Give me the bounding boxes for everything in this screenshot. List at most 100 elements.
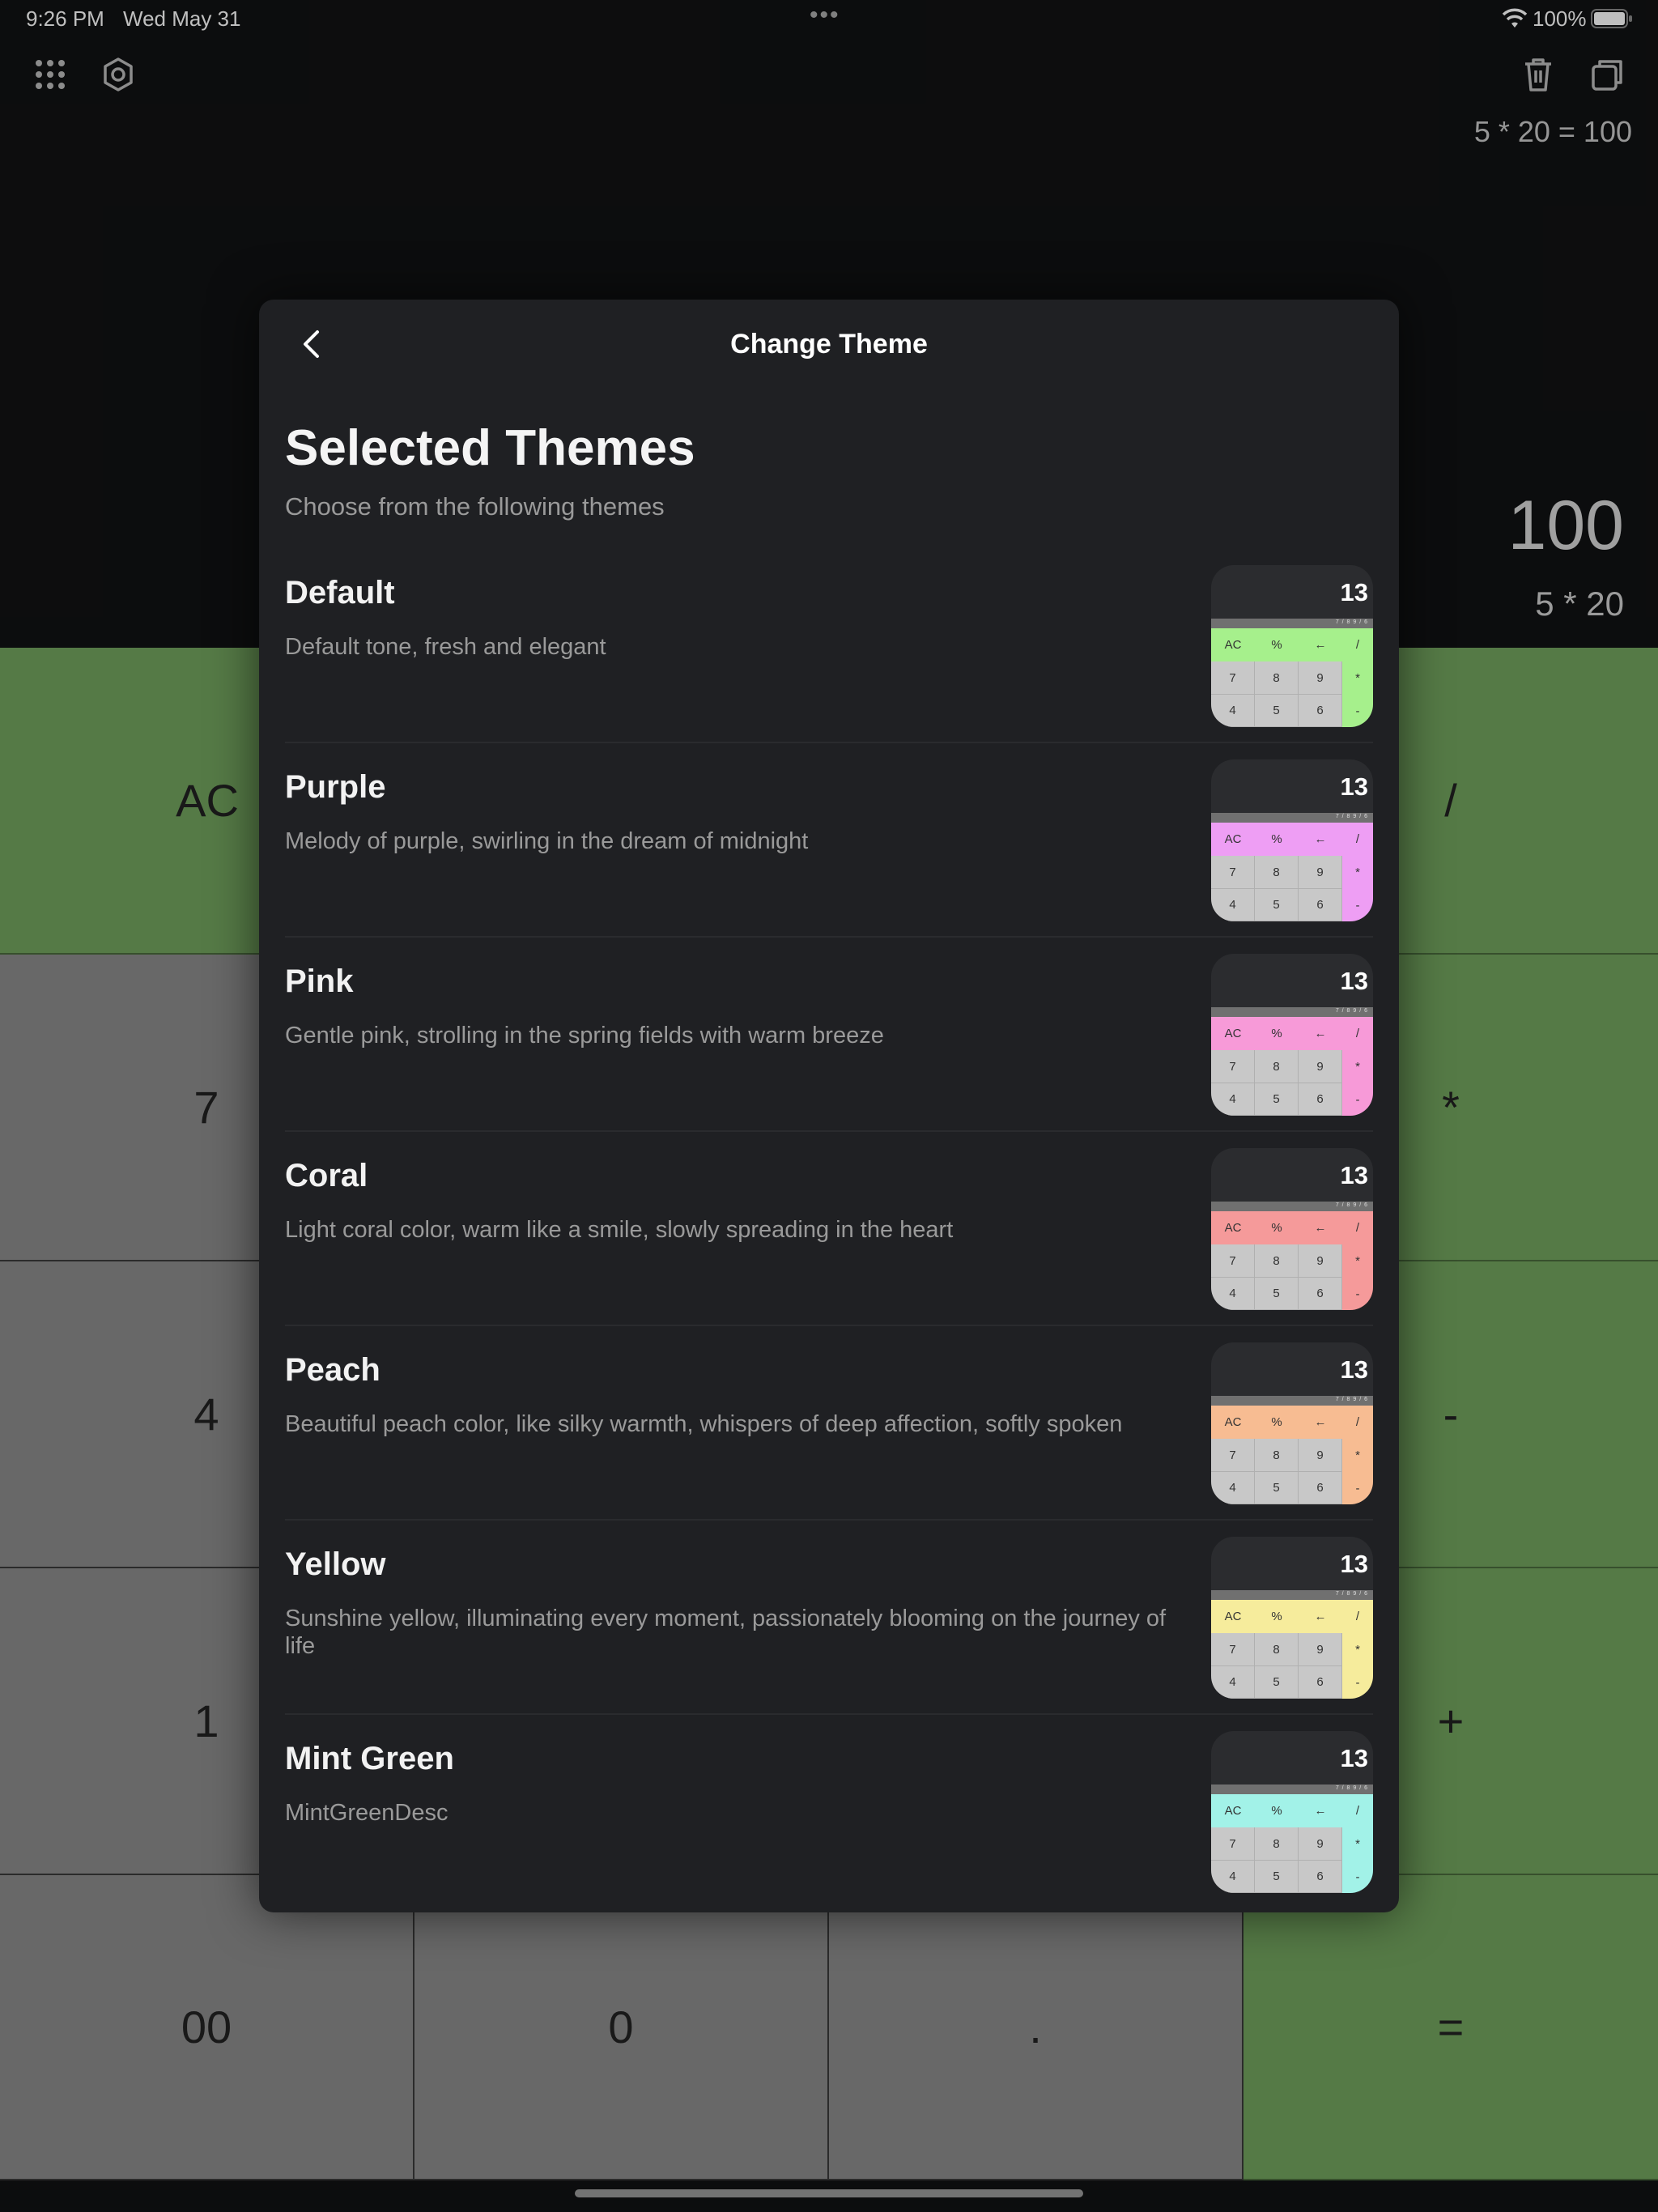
preview-key: 5 [1255, 1278, 1299, 1310]
preview-key: / [1342, 1211, 1373, 1244]
preview-key: ← [1299, 1211, 1342, 1244]
theme-name: Peach [285, 1352, 380, 1388]
theme-name: Purple [285, 769, 386, 805]
theme-row-coral[interactable]: Coral Light coral color, warm like a smi… [259, 1132, 1399, 1326]
preview-key: / [1342, 1406, 1373, 1439]
preview-keypad: AC% ←/ 7 8 9 * 4 5 6- [1211, 1794, 1373, 1893]
preview-history-text: 7 / 8 9 / 6 [1335, 1008, 1368, 1014]
preview-history-text: 7 / 8 9 / 6 [1335, 814, 1368, 819]
preview-display-number: 13 [1340, 772, 1368, 801]
preview-key: 6 [1299, 1083, 1342, 1116]
theme-name: Yellow [285, 1546, 386, 1582]
preview-key: * [1342, 1244, 1373, 1278]
preview-key: 9 [1299, 1244, 1342, 1278]
preview-key: 9 [1299, 661, 1342, 695]
preview-display-number: 13 [1340, 967, 1368, 995]
preview-key: 4 [1211, 1278, 1255, 1310]
preview-key: 8 [1255, 1827, 1299, 1861]
preview-key: AC [1211, 1794, 1255, 1827]
preview-key: AC [1211, 1406, 1255, 1439]
preview-key: 4 [1211, 1472, 1255, 1504]
preview-key: ← [1299, 1406, 1342, 1439]
preview-history-text: 7 / 8 9 / 6 [1335, 1785, 1368, 1791]
preview-key: 9 [1299, 1050, 1342, 1083]
preview-key: AC [1211, 1211, 1255, 1244]
preview-keypad: AC% ←/ 7 8 9 * 4 5 6- [1211, 628, 1373, 727]
preview-key: - [1342, 1472, 1373, 1504]
preview-key: 6 [1299, 1472, 1342, 1504]
theme-row-mint-green[interactable]: Mint Green MintGreenDesc 13 7 / 8 9 / 6 … [259, 1715, 1399, 1909]
change-theme-modal: Change Theme Selected Themes Choose from… [259, 300, 1399, 1912]
preview-key: * [1342, 1827, 1373, 1861]
preview-key: 9 [1299, 1827, 1342, 1861]
preview-key: ← [1299, 1794, 1342, 1827]
preview-key: * [1342, 1633, 1373, 1666]
preview-history-text: 7 / 8 9 / 6 [1335, 1202, 1368, 1208]
theme-preview: 13 7 / 8 9 / 6 AC% ←/ 7 8 9 * 4 5 6- [1211, 1537, 1373, 1699]
theme-preview: 13 7 / 8 9 / 6 AC% ←/ 7 8 9 * 4 5 6- [1211, 565, 1373, 727]
preview-key: 4 [1211, 1666, 1255, 1699]
preview-key: / [1342, 1794, 1373, 1827]
preview-key: 7 [1211, 1439, 1255, 1472]
theme-preview: 13 7 / 8 9 / 6 AC% ←/ 7 8 9 * 4 5 6- [1211, 1148, 1373, 1310]
preview-key: 4 [1211, 889, 1255, 921]
theme-preview: 13 7 / 8 9 / 6 AC% ←/ 7 8 9 * 4 5 6- [1211, 1731, 1373, 1893]
preview-key: 8 [1255, 856, 1299, 889]
theme-row-yellow[interactable]: Yellow Sunshine yellow, illuminating eve… [259, 1521, 1399, 1715]
preview-key: 6 [1299, 1278, 1342, 1310]
preview-key: % [1255, 1017, 1299, 1050]
preview-key: ← [1299, 628, 1342, 661]
preview-key: % [1255, 1600, 1299, 1633]
preview-key: / [1342, 823, 1373, 856]
preview-keypad: AC% ←/ 7 8 9 * 4 5 6- [1211, 1406, 1373, 1504]
theme-description: Gentle pink, strolling in the spring fie… [285, 1023, 884, 1049]
preview-key: 8 [1255, 1244, 1299, 1278]
preview-key: 9 [1299, 1439, 1342, 1472]
preview-key: - [1342, 1666, 1373, 1699]
preview-key: * [1342, 1050, 1373, 1083]
theme-description: MintGreenDesc [285, 1800, 449, 1826]
preview-key: ← [1299, 1600, 1342, 1633]
preview-key: - [1342, 1861, 1373, 1893]
preview-history-text: 7 / 8 9 / 6 [1335, 1591, 1368, 1597]
theme-name: Coral [285, 1158, 368, 1193]
preview-key: % [1255, 1794, 1299, 1827]
preview-key: AC [1211, 1600, 1255, 1633]
preview-key: 4 [1211, 695, 1255, 727]
preview-key: - [1342, 695, 1373, 727]
preview-key: 9 [1299, 856, 1342, 889]
preview-key: - [1342, 889, 1373, 921]
modal-header: Change Theme [259, 300, 1399, 389]
preview-key: % [1255, 1406, 1299, 1439]
theme-preview: 13 7 / 8 9 / 6 AC% ←/ 7 8 9 * 4 5 6- [1211, 954, 1373, 1116]
preview-key: 8 [1255, 661, 1299, 695]
preview-key: / [1342, 628, 1373, 661]
preview-key: / [1342, 1017, 1373, 1050]
preview-key: 7 [1211, 1050, 1255, 1083]
theme-preview: 13 7 / 8 9 / 6 AC% ←/ 7 8 9 * 4 5 6- [1211, 1342, 1373, 1504]
theme-row-pink[interactable]: Pink Gentle pink, strolling in the sprin… [259, 938, 1399, 1132]
theme-preview: 13 7 / 8 9 / 6 AC% ←/ 7 8 9 * 4 5 6- [1211, 759, 1373, 921]
preview-key: 4 [1211, 1083, 1255, 1116]
preview-key: 6 [1299, 1861, 1342, 1893]
preview-key: ← [1299, 1017, 1342, 1050]
preview-key: * [1342, 661, 1373, 695]
preview-key: 5 [1255, 1472, 1299, 1504]
preview-key: 5 [1255, 889, 1299, 921]
preview-history-text: 7 / 8 9 / 6 [1335, 619, 1368, 625]
preview-display-number: 13 [1340, 578, 1368, 606]
theme-name: Default [285, 575, 395, 610]
preview-key: 7 [1211, 1244, 1255, 1278]
theme-row-peach[interactable]: Peach Beautiful peach color, like silky … [259, 1326, 1399, 1521]
preview-keypad: AC% ←/ 7 8 9 * 4 5 6- [1211, 823, 1373, 921]
preview-key: 7 [1211, 856, 1255, 889]
theme-row-purple[interactable]: Purple Melody of purple, swirling in the… [259, 743, 1399, 938]
theme-description: Sunshine yellow, illuminating every mome… [285, 1606, 1167, 1659]
preview-key: 6 [1299, 1666, 1342, 1699]
preview-key: * [1342, 1439, 1373, 1472]
theme-description: Beautiful peach color, like silky warmth… [285, 1411, 1123, 1437]
preview-key: 8 [1255, 1633, 1299, 1666]
preview-key: 8 [1255, 1439, 1299, 1472]
theme-row-default[interactable]: Default Default tone, fresh and elegant … [259, 549, 1399, 743]
preview-key: * [1342, 856, 1373, 889]
